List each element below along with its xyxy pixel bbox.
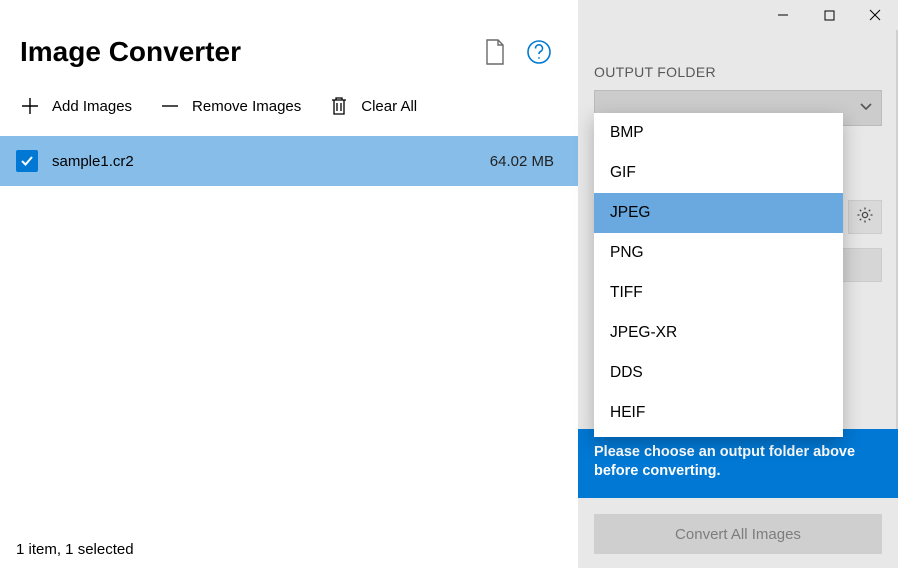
format-option-heif[interactable]: HEIF [594,393,843,433]
toolbar: Add Images Remove Images Clear All [0,68,578,136]
file-size: 64.02 MB [490,153,554,170]
gear-icon [856,206,874,229]
convert-button[interactable]: Convert All Images [594,514,882,554]
format-option-jpeg[interactable]: JPEG [594,193,843,233]
window-controls [760,0,898,30]
file-checkbox[interactable] [16,150,38,172]
file-list: sample1.cr2 64.02 MB [0,136,578,541]
trash-icon [329,96,349,116]
warning-banner: Please choose an output folder above bef… [578,429,898,498]
add-images-label: Add Images [52,98,132,115]
app-title: Image Converter [20,36,241,68]
add-images-button[interactable]: Add Images [20,96,132,116]
clear-all-label: Clear All [361,98,417,115]
format-option-png[interactable]: PNG [594,233,843,273]
file-row[interactable]: sample1.cr2 64.02 MB [0,136,578,186]
maximize-button[interactable] [806,0,852,30]
format-settings-button[interactable] [848,200,882,234]
minus-icon [160,96,180,116]
minimize-button[interactable] [760,0,806,30]
remove-images-button[interactable]: Remove Images [160,96,301,116]
format-option-gif[interactable]: GIF [594,153,843,193]
format-option-dds[interactable]: DDS [594,353,843,393]
format-dropdown[interactable]: BMPGIFJPEGPNGTIFFJPEG-XRDDSHEIF [594,113,843,437]
clear-all-button[interactable]: Clear All [329,96,417,116]
status-bar: 1 item, 1 selected [0,541,578,568]
file-name: sample1.cr2 [52,153,134,170]
main-pane: Image Converter Add Images [0,0,578,568]
help-icon[interactable] [526,39,552,65]
format-option-tiff[interactable]: TIFF [594,273,843,313]
format-option-bmp[interactable]: BMP [594,113,843,153]
page-icon[interactable] [484,39,506,65]
format-option-jpeg-xr[interactable]: JPEG-XR [594,313,843,353]
close-button[interactable] [852,0,898,30]
plus-icon [20,96,40,116]
remove-images-label: Remove Images [192,98,301,115]
chevron-down-icon [859,99,873,118]
